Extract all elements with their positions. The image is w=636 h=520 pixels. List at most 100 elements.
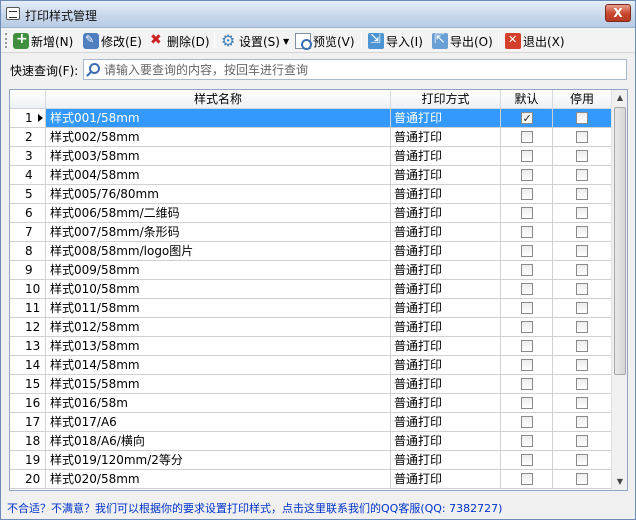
style-name-cell[interactable]: 样式010/58mm bbox=[46, 280, 391, 298]
disabled-checkbox[interactable] bbox=[576, 245, 588, 257]
style-name-cell[interactable]: 样式014/58mm bbox=[46, 356, 391, 374]
default-checkbox[interactable] bbox=[520, 454, 533, 466]
scroll-down-arrow-icon[interactable]: ▼ bbox=[612, 474, 627, 490]
disabled-checkbox[interactable] bbox=[576, 207, 588, 219]
default-checkbox[interactable] bbox=[520, 359, 533, 371]
style-name-cell[interactable]: 样式020/58mm bbox=[46, 470, 391, 488]
header-default[interactable]: 默认 bbox=[501, 90, 553, 109]
default-checkbox[interactable] bbox=[520, 131, 533, 143]
toolbar-grip[interactable] bbox=[5, 33, 8, 48]
table-row[interactable]: 12 样式012/58mm 普通打印 bbox=[10, 318, 612, 337]
print-mode-cell[interactable]: 普通打印 bbox=[391, 337, 501, 355]
title-bar[interactable]: 打印样式管理 X bbox=[1, 1, 635, 28]
disabled-checkbox[interactable] bbox=[576, 321, 588, 333]
scrollbar-thumb[interactable] bbox=[614, 107, 626, 375]
style-name-cell[interactable]: 样式013/58mm bbox=[46, 337, 391, 355]
print-mode-cell[interactable]: 普通打印 bbox=[391, 470, 501, 488]
table-row[interactable]: 14 样式014/58mm 普通打印 bbox=[10, 356, 612, 375]
table-row[interactable]: 10 样式010/58mm 普通打印 bbox=[10, 280, 612, 299]
table-row[interactable]: 7 样式007/58mm/条形码 普通打印 bbox=[10, 223, 612, 242]
style-name-cell[interactable]: 样式008/58mm/logo图片 bbox=[46, 242, 391, 260]
default-checkbox[interactable] bbox=[520, 416, 533, 428]
print-mode-cell[interactable]: 普通打印 bbox=[391, 318, 501, 336]
import-button[interactable]: 导入(I) bbox=[368, 31, 423, 51]
print-mode-cell[interactable]: 普通打印 bbox=[391, 109, 501, 127]
table-row[interactable]: 16 样式016/58m 普通打印 bbox=[10, 394, 612, 413]
style-name-cell[interactable]: 样式007/58mm/条形码 bbox=[46, 223, 391, 241]
print-mode-cell[interactable]: 普通打印 bbox=[391, 147, 501, 165]
print-mode-cell[interactable]: 普通打印 bbox=[391, 261, 501, 279]
default-checkbox[interactable] bbox=[520, 207, 533, 219]
header-style-name[interactable]: 样式名称 bbox=[46, 90, 391, 109]
table-row[interactable]: 17 样式017/A6 普通打印 bbox=[10, 413, 612, 432]
print-mode-cell[interactable]: 普通打印 bbox=[391, 223, 501, 241]
table-row[interactable]: 13 样式013/58mm 普通打印 bbox=[10, 337, 612, 356]
default-checkbox[interactable] bbox=[520, 378, 533, 390]
disabled-checkbox[interactable] bbox=[576, 454, 588, 466]
print-mode-cell[interactable]: 普通打印 bbox=[391, 166, 501, 184]
style-name-cell[interactable]: 样式011/58mm bbox=[46, 299, 391, 317]
style-name-cell[interactable]: 样式009/58mm bbox=[46, 261, 391, 279]
style-name-cell[interactable]: 样式016/58m bbox=[46, 394, 391, 412]
default-checkbox[interactable] bbox=[520, 264, 533, 276]
header-disabled[interactable]: 停用 bbox=[553, 90, 612, 109]
print-mode-cell[interactable]: 普通打印 bbox=[391, 204, 501, 222]
vertical-scrollbar[interactable]: ▲ ▼ bbox=[611, 90, 627, 490]
delete-button[interactable]: 删除(D) bbox=[149, 31, 210, 51]
print-mode-cell[interactable]: 普通打印 bbox=[391, 185, 501, 203]
disabled-checkbox[interactable] bbox=[576, 131, 588, 143]
new-button[interactable]: 新增(N) bbox=[13, 31, 73, 51]
scroll-up-arrow-icon[interactable]: ▲ bbox=[612, 90, 627, 106]
table-row[interactable]: 6 样式006/58mm/二维码 普通打印 bbox=[10, 204, 612, 223]
table-row[interactable]: 11 样式011/58mm 普通打印 bbox=[10, 299, 612, 318]
print-mode-cell[interactable]: 普通打印 bbox=[391, 242, 501, 260]
table-row[interactable]: 4 样式004/58mm 普通打印 bbox=[10, 166, 612, 185]
print-mode-cell[interactable]: 普通打印 bbox=[391, 413, 501, 431]
print-mode-cell[interactable]: 普通打印 bbox=[391, 356, 501, 374]
edit-button[interactable]: 修改(E) bbox=[83, 31, 142, 51]
table-row[interactable]: 19 样式019/120mm/2等分 普通打印 bbox=[10, 451, 612, 470]
default-checkbox[interactable] bbox=[520, 245, 533, 257]
default-checkbox[interactable] bbox=[520, 473, 533, 485]
print-mode-cell[interactable]: 普通打印 bbox=[391, 432, 501, 450]
disabled-checkbox[interactable] bbox=[576, 359, 588, 371]
disabled-checkbox[interactable] bbox=[576, 150, 588, 162]
print-mode-cell[interactable]: 普通打印 bbox=[391, 451, 501, 469]
default-checkbox[interactable] bbox=[520, 150, 533, 162]
style-name-cell[interactable]: 样式019/120mm/2等分 bbox=[46, 451, 391, 469]
preview-button[interactable]: 预览(V) bbox=[295, 31, 355, 51]
print-mode-cell[interactable]: 普通打印 bbox=[391, 394, 501, 412]
disabled-checkbox[interactable] bbox=[576, 283, 588, 295]
default-checkbox[interactable] bbox=[520, 340, 533, 352]
disabled-checkbox[interactable] bbox=[576, 397, 588, 409]
table-row[interactable]: 8 样式008/58mm/logo图片 普通打印 bbox=[10, 242, 612, 261]
table-row[interactable]: 9 样式009/58mm 普通打印 bbox=[10, 261, 612, 280]
default-checkbox[interactable] bbox=[520, 110, 533, 127]
contact-support-link[interactable]: 不合适？不满意？我们可以根据你的要求设置打印样式，点击这里联系我们的QQ客服(Q… bbox=[7, 500, 502, 516]
table-row[interactable]: 2 样式002/58mm 普通打印 bbox=[10, 128, 612, 147]
style-name-cell[interactable]: 样式001/58mm bbox=[46, 109, 391, 127]
exit-button[interactable]: 退出(X) bbox=[505, 31, 565, 51]
default-checkbox[interactable] bbox=[520, 397, 533, 409]
disabled-checkbox[interactable] bbox=[576, 226, 588, 238]
search-input[interactable] bbox=[104, 61, 622, 78]
print-mode-cell[interactable]: 普通打印 bbox=[391, 280, 501, 298]
default-checkbox[interactable] bbox=[520, 321, 533, 333]
disabled-checkbox[interactable] bbox=[576, 112, 588, 124]
table-row[interactable]: 3 样式003/58mm 普通打印 bbox=[10, 147, 612, 166]
disabled-checkbox[interactable] bbox=[576, 473, 588, 485]
default-checkbox[interactable] bbox=[520, 283, 533, 295]
disabled-checkbox[interactable] bbox=[576, 435, 588, 447]
style-name-cell[interactable]: 样式015/58mm bbox=[46, 375, 391, 393]
disabled-checkbox[interactable] bbox=[576, 340, 588, 352]
table-row[interactable]: 18 样式018/A6/横向 普通打印 bbox=[10, 432, 612, 451]
default-checkbox[interactable] bbox=[520, 302, 533, 314]
disabled-checkbox[interactable] bbox=[576, 264, 588, 276]
disabled-checkbox[interactable] bbox=[576, 169, 588, 181]
style-name-cell[interactable]: 样式004/58mm bbox=[46, 166, 391, 184]
quick-search-box[interactable] bbox=[83, 59, 627, 80]
disabled-checkbox[interactable] bbox=[576, 378, 588, 390]
table-row[interactable]: 1 样式001/58mm 普通打印 bbox=[10, 109, 612, 128]
default-checkbox[interactable] bbox=[520, 188, 533, 200]
style-name-cell[interactable]: 样式002/58mm bbox=[46, 128, 391, 146]
